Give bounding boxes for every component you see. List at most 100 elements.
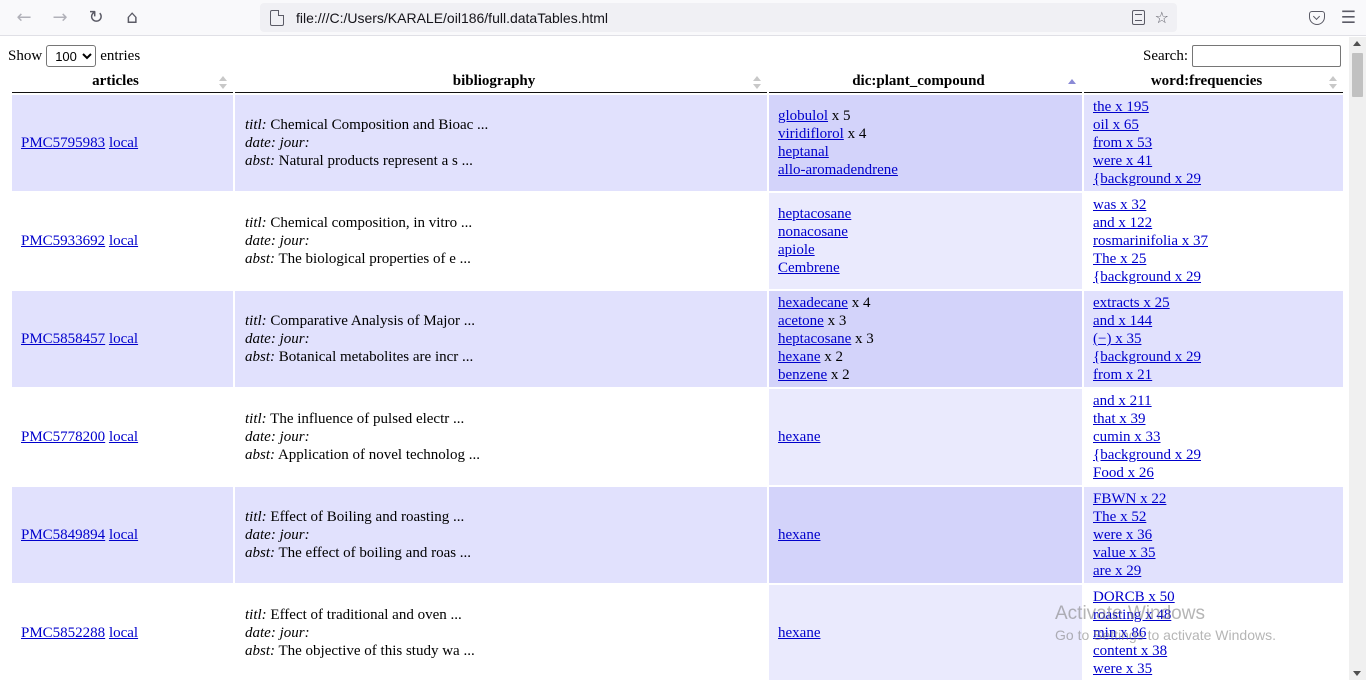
local-link[interactable]: local: [109, 233, 138, 249]
abst-key: abst:: [245, 251, 275, 267]
header-articles[interactable]: articles: [12, 71, 233, 93]
scroll-thumb[interactable]: [1352, 53, 1363, 97]
pmc-link[interactable]: PMC5795983: [21, 135, 105, 151]
word-frequency-link[interactable]: were x 35: [1093, 661, 1152, 677]
table-row: PMC5858457 local titl: Comparative Analys…: [12, 289, 1343, 387]
menu-icon[interactable]: ☰: [1341, 8, 1356, 28]
word-frequency-link[interactable]: that x 39: [1093, 411, 1146, 427]
word-frequency-link[interactable]: Food x 26: [1093, 465, 1154, 481]
page-scrollbar[interactable]: [1349, 37, 1366, 680]
home-icon[interactable]: ⌂: [114, 3, 150, 33]
compound-link[interactable]: heptacosane: [778, 331, 851, 347]
abstract-text: Application of novel technolog ...: [277, 447, 480, 463]
compound-link[interactable]: hexane: [778, 349, 820, 365]
word-frequency-link[interactable]: The x 52: [1093, 509, 1146, 525]
word-frequency-link[interactable]: the x 195: [1093, 99, 1149, 115]
header-bibliography[interactable]: bibliography: [235, 71, 767, 93]
forward-icon[interactable]: →: [42, 3, 78, 33]
word-frequency-link[interactable]: from x 53: [1093, 135, 1152, 151]
compound-link[interactable]: viridiflorol: [778, 126, 844, 142]
word-frequency-link[interactable]: roasting x 48: [1093, 607, 1171, 623]
abst-key: abst:: [245, 545, 275, 561]
show-label: Show: [8, 47, 43, 64]
scroll-down-icon[interactable]: [1353, 671, 1361, 676]
word-frequency-link[interactable]: and x 122: [1093, 215, 1152, 231]
word-frequencies-cell: the x 195 oil x 65 from x 53 were x 41 {back…: [1084, 93, 1343, 191]
word-frequency-link[interactable]: was x 32: [1093, 197, 1146, 213]
table-row: PMC5795983 local titl: Chemical Compositi…: [12, 93, 1343, 191]
header-word-frequencies[interactable]: word:frequencies: [1084, 71, 1343, 93]
word-frequencies-cell: and x 211 that x 39 cumin x 33 {background …: [1084, 387, 1343, 485]
word-frequency-link[interactable]: are x 29: [1093, 563, 1141, 579]
word-frequency-link[interactable]: FBWN x 22: [1093, 491, 1166, 507]
reader-view-icon[interactable]: [1131, 10, 1145, 25]
reload-icon[interactable]: ↻: [78, 3, 114, 33]
bibliography-cell: titl: Effect of Boiling and roasting ...…: [235, 485, 767, 583]
compound-link[interactable]: hexane: [778, 429, 820, 445]
back-icon[interactable]: ←: [6, 3, 42, 33]
pmc-link[interactable]: PMC5849894: [21, 527, 105, 543]
abst-key: abst:: [245, 643, 275, 659]
url-bar[interactable]: file:///C:/Users/KARALE/oil186/full.data…: [260, 3, 1177, 32]
word-frequency-link[interactable]: {background x 29: [1093, 349, 1201, 365]
title-text: The influence of pulsed electr ...: [270, 411, 465, 427]
pmc-link[interactable]: PMC5933692: [21, 233, 105, 249]
compound-link[interactable]: hexane: [778, 527, 820, 543]
url-text[interactable]: file:///C:/Users/KARALE/oil186/full.data…: [296, 10, 608, 26]
compound-link[interactable]: hexadecane: [778, 295, 848, 311]
bookmark-star-icon[interactable]: ☆: [1155, 8, 1169, 27]
header-plant-compound[interactable]: dic:plant_compound: [769, 71, 1082, 93]
compound-link[interactable]: nonacosane: [778, 224, 848, 240]
compound-link[interactable]: Cembrene: [778, 260, 840, 276]
local-link[interactable]: local: [109, 429, 138, 445]
word-frequency-link[interactable]: cumin x 33: [1093, 429, 1161, 445]
word-frequency-link[interactable]: oil x 65: [1093, 117, 1139, 133]
compound-link[interactable]: hexane: [778, 625, 820, 641]
compound-link[interactable]: benzene: [778, 367, 827, 383]
titl-key: titl:: [245, 215, 267, 231]
pmc-link[interactable]: PMC5858457: [21, 331, 105, 347]
word-frequency-link[interactable]: and x 211: [1093, 393, 1152, 409]
pmc-link[interactable]: PMC5852288: [21, 625, 105, 641]
compound-link[interactable]: globulol: [778, 108, 828, 124]
word-frequency-link[interactable]: extracts x 25: [1093, 295, 1170, 311]
local-link[interactable]: local: [109, 331, 138, 347]
word-frequency-link[interactable]: were x 41: [1093, 153, 1152, 169]
scroll-up-icon[interactable]: [1353, 41, 1361, 46]
word-frequency-link[interactable]: {background x 29: [1093, 269, 1201, 285]
search-input[interactable]: [1192, 45, 1341, 67]
word-frequency-link[interactable]: content x 38: [1093, 643, 1167, 659]
jour-key: jour:: [279, 331, 310, 347]
titl-key: titl:: [245, 607, 267, 623]
word-frequency-link[interactable]: {background x 29: [1093, 171, 1201, 187]
pmc-link[interactable]: PMC5778200: [21, 429, 105, 445]
compound-item: allo-aromadendrene: [778, 161, 1082, 179]
table-row: PMC5778200 local titl: The influence of p…: [12, 387, 1343, 485]
compound-count: x 4: [847, 295, 871, 311]
pocket-icon[interactable]: [1308, 11, 1325, 25]
word-frequency-link[interactable]: DORCB x 50: [1093, 589, 1175, 605]
word-frequency-link[interactable]: {background x 29: [1093, 447, 1201, 463]
bibliography-cell: titl: Chemical composition, in vitro ...…: [235, 191, 767, 289]
word-frequency-link[interactable]: from x 21: [1093, 367, 1152, 383]
compound-link[interactable]: heptacosane: [778, 206, 851, 222]
word-frequency-link[interactable]: and x 144: [1093, 313, 1152, 329]
compound-link[interactable]: heptanal: [778, 144, 829, 160]
word-frequency-link[interactable]: min x 86: [1093, 625, 1146, 641]
compound-count: x 3: [823, 313, 847, 329]
word-frequency-link[interactable]: value x 35: [1093, 545, 1155, 561]
word-frequency-link[interactable]: were x 36: [1093, 527, 1152, 543]
local-link[interactable]: local: [109, 135, 138, 151]
word-frequency-link[interactable]: The x 25: [1093, 251, 1146, 267]
local-link[interactable]: local: [109, 527, 138, 543]
compound-link[interactable]: apiole: [778, 242, 815, 258]
entries-select[interactable]: 100: [46, 45, 97, 67]
local-link[interactable]: local: [109, 625, 138, 641]
word-frequency-link[interactable]: (−) x 35: [1093, 331, 1141, 347]
compound-link[interactable]: allo-aromadendrene: [778, 162, 898, 178]
jour-key: jour:: [279, 135, 310, 151]
word-frequency-link[interactable]: rosmarinifolia x 37: [1093, 233, 1208, 249]
compound-link[interactable]: acetone: [778, 313, 824, 329]
data-table: articles bibliography dic:plant_compound…: [10, 71, 1345, 680]
plant-compound-cell: hexane: [769, 583, 1082, 680]
